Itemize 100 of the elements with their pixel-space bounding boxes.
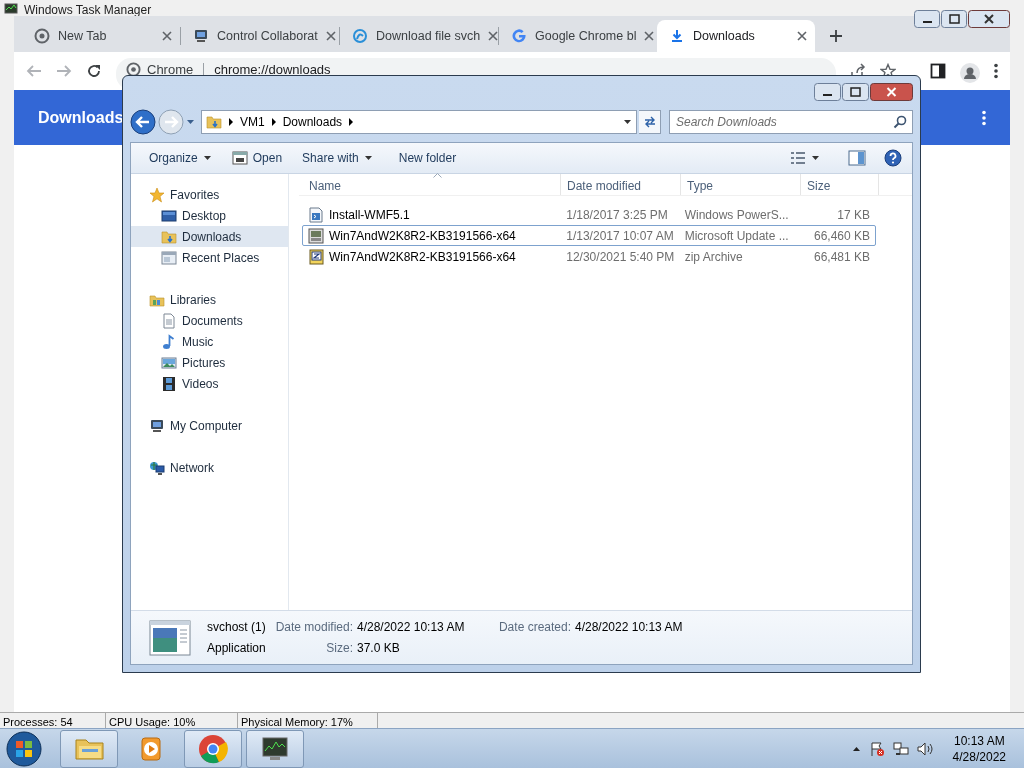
file-size: 66,460 KB: [812, 227, 871, 245]
chevron-icon: [348, 118, 355, 126]
file-kind: Application: [207, 640, 267, 657]
page-title: Downloads: [38, 107, 124, 128]
navigation-item[interactable]: Music: [131, 331, 288, 352]
script-file-icon: [308, 206, 324, 223]
field-label: Size:: [325, 640, 354, 657]
column-header[interactable]: Type: [681, 174, 801, 195]
column-header[interactable]: Size: [801, 174, 879, 195]
browser-tab[interactable]: New Tab: [22, 20, 180, 52]
file-type: Microsoft Update ...: [683, 227, 790, 245]
navigation-item[interactable]: Pictures: [131, 352, 288, 373]
start-button[interactable]: [4, 729, 44, 768]
command-button[interactable]: New folder: [390, 146, 465, 170]
field-value: 4/28/2022 10:13 AM: [357, 619, 466, 636]
browser-tab[interactable]: Control Collaborat: [181, 20, 339, 52]
column-header[interactable]: Name: [299, 174, 561, 195]
refresh-button[interactable]: [639, 110, 661, 134]
file-name: Win7AndW2K8R2-KB3191566-x64: [329, 227, 516, 245]
command-button[interactable]: Share with: [294, 146, 381, 170]
close-button[interactable]: [870, 83, 913, 101]
search-icon: [893, 115, 907, 129]
network-icon[interactable]: [892, 740, 909, 757]
file-row[interactable]: Win7AndW2K8R2-KB3191566-x64 1/13/2017 10:07 AM Microsoft Update ... 66,460 KB: [302, 225, 876, 246]
field-label: Date created:: [497, 619, 572, 636]
file-row[interactable]: Win7AndW2K8R2-KB3191566-x64 12/30/2021 5:40 PM zip Archive 66,481 KB: [302, 246, 876, 267]
swirl-icon: [352, 28, 368, 44]
speaker-icon[interactable]: [916, 740, 935, 757]
file-date: 1/18/2017 3:25 PM: [565, 206, 669, 224]
navigation-item[interactable]: Videos: [131, 373, 288, 394]
new-tab-icon[interactable]: [829, 29, 843, 43]
menu-icon[interactable]: [994, 63, 998, 79]
close-icon[interactable]: [644, 31, 655, 41]
navigation-item[interactable]: Downloads: [131, 226, 288, 247]
command-button[interactable]: Open: [223, 146, 291, 170]
field-value: 37.0 KB: [357, 640, 401, 657]
close-icon[interactable]: [488, 31, 499, 41]
flag-icon[interactable]: [868, 740, 885, 757]
browser-tab[interactable]: Downloads: [657, 20, 815, 52]
file-size: 66,481 KB: [812, 248, 871, 266]
view-list-icon: [790, 151, 806, 165]
caret-icon[interactable]: [851, 745, 861, 752]
column-header[interactable]: Date modified: [561, 174, 681, 195]
maximize-button[interactable]: [941, 10, 967, 28]
file-name: Install-WMF5.1: [329, 206, 410, 224]
browser-tab[interactable]: Google Chrome bl: [499, 20, 657, 52]
open-icon: [231, 150, 248, 166]
breadcrumb-link[interactable]: VM1: [240, 113, 265, 131]
zip-file-icon: [308, 248, 324, 265]
close-button[interactable]: [968, 10, 1010, 28]
chevron-icon: [228, 118, 234, 126]
music-note-icon: [161, 333, 177, 350]
reload-icon[interactable]: [86, 63, 102, 79]
sidebar-icon[interactable]: [930, 63, 946, 79]
browser-logo-icon: [34, 28, 50, 44]
clock[interactable]: 10:13 AM 4/28/2022: [952, 732, 1006, 765]
close-icon[interactable]: [162, 31, 172, 41]
browser-logo-icon: [126, 62, 141, 77]
browser-tab[interactable]: Download file svch: [340, 20, 498, 52]
search-field[interactable]: Search Downloads: [669, 110, 913, 134]
application-icon: [149, 619, 191, 656]
profile-icon[interactable]: [960, 63, 980, 83]
file-date: 12/30/2021 5:40 PM: [565, 248, 676, 266]
network-icon: [149, 459, 165, 476]
file-type: zip Archive: [683, 248, 744, 266]
chevron-icon: [270, 118, 277, 126]
navigation-item[interactable]: My Computer: [131, 415, 288, 436]
field-label: Date modified:: [275, 619, 354, 636]
folder-icon: [206, 114, 222, 130]
navigation-item[interactable]: Network: [131, 457, 288, 478]
file-row[interactable]: Install-WMF5.1 1/18/2017 3:25 PM Windows PowerS... 17 KB: [302, 204, 876, 225]
address-bar[interactable]: VM1 Downloads: [201, 110, 637, 134]
command-button[interactable]: Organize: [141, 146, 220, 170]
navigation-item[interactable]: Favorites: [131, 184, 288, 205]
folder-icon: [161, 228, 177, 245]
menu-icon[interactable]: [982, 109, 986, 126]
caret-icon[interactable]: [623, 119, 632, 125]
file-name: Win7AndW2K8R2-KB3191566-x64: [329, 248, 516, 266]
desktop-icon: [161, 207, 177, 224]
close-icon[interactable]: [797, 31, 807, 41]
back-button[interactable]: [130, 109, 156, 135]
navigation-item[interactable]: Recent Places: [131, 247, 288, 268]
document-icon: [161, 312, 177, 329]
taskbar-button[interactable]: [246, 729, 304, 768]
preview-pane-icon[interactable]: [848, 150, 866, 166]
picture-icon: [161, 354, 177, 371]
navigation-item[interactable]: Libraries: [131, 289, 288, 310]
caret-icon: [811, 155, 820, 161]
file-size: 17 KB: [836, 206, 871, 224]
minimize-button[interactable]: [914, 10, 940, 28]
close-icon[interactable]: [325, 31, 336, 41]
download-icon: [669, 28, 685, 44]
breadcrumb-link[interactable]: Downloads: [282, 113, 343, 131]
maximize-button[interactable]: [842, 83, 869, 101]
site-label: Chrome: [147, 62, 194, 77]
minimize-button[interactable]: [814, 83, 841, 101]
navigation-item[interactable]: Desktop: [131, 205, 288, 226]
film-icon: [161, 375, 177, 392]
help-icon[interactable]: [884, 149, 902, 167]
navigation-item[interactable]: Documents: [131, 310, 288, 331]
